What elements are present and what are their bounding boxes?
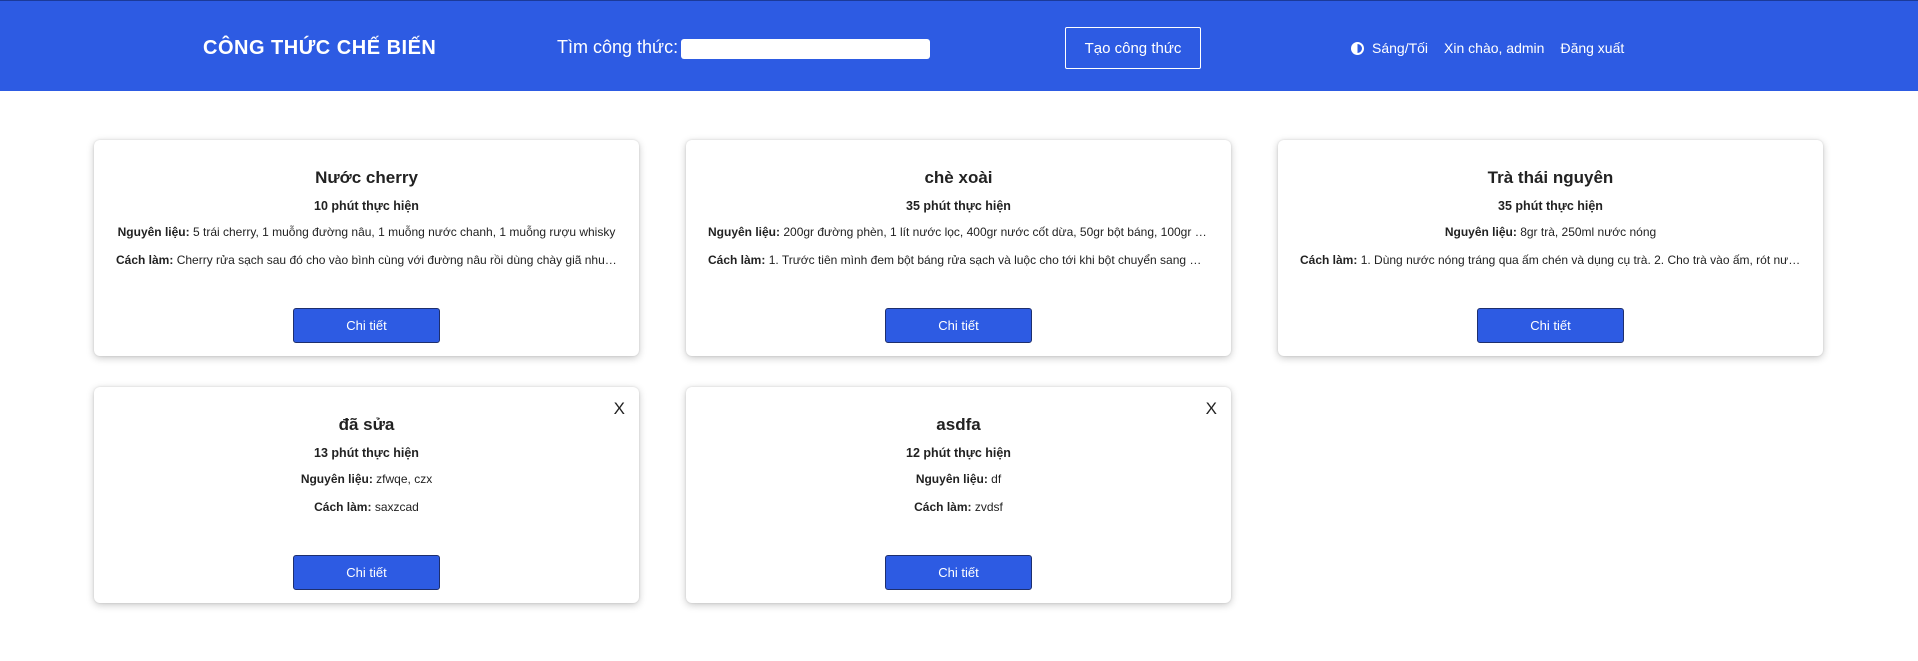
recipe-method: Cách làm: 1. Dùng nước nóng tráng qua ấm… [1300,253,1801,267]
ingredients-value: 8gr trà, 250ml nước nóng [1520,225,1657,239]
ingredients-value: zfwqe, czx [376,472,433,486]
recipe-card: Nước cherry 10 phút thực hiện Nguyên liệ… [94,140,639,356]
method-value: 1. Trước tiên mình đem bột báng rửa sạch… [768,253,1209,267]
recipe-card: X asdfa 12 phút thực hiện Nguyên liệu: d… [686,387,1231,603]
recipe-method: Cách làm: 1. Trước tiên mình đem bột bán… [708,253,1209,267]
recipe-title: đã sửa [338,415,395,434]
recipe-title: Nước cherry [315,168,418,187]
ingredients-label: Nguyên liệu: [708,225,781,239]
detail-button[interactable]: Chi tiết [885,308,1032,343]
ingredients-label: Nguyên liệu: [300,472,373,486]
create-recipe-button[interactable]: Tạo công thức [1065,27,1201,69]
detail-button[interactable]: Chi tiết [1477,308,1624,343]
method-value: Cherry rửa sạch sau đó cho vào bình cùng… [176,253,617,267]
ingredients-label: Nguyên liệu: [915,472,988,486]
recipe-time: 35 phút thực hiện [906,199,1011,213]
half-circle-icon [1351,41,1364,55]
recipe-method: Cách làm: zvdsf [708,500,1209,514]
method-label: Cách làm: [116,253,174,267]
method-value: 1. Dùng nước nóng tráng qua ấm chén và d… [1360,253,1801,267]
theme-toggle[interactable]: Sáng/Tối [1351,40,1428,56]
brand-title[interactable]: CÔNG THỨC CHẾ BIẾN [203,37,436,60]
ingredients-label: Nguyên liệu: [1444,225,1517,239]
method-value: zvdsf [974,500,1003,514]
ingredients-value: 5 trái cherry, 1 muỗng đường nâu, 1 muỗn… [192,225,616,239]
recipe-ingredients: Nguyên liệu: 200gr đường phèn, 1 lít nướ… [708,225,1209,239]
search-input[interactable] [681,39,930,59]
recipe-time: 10 phút thực hiện [314,199,419,213]
recipe-ingredients: Nguyên liệu: zfwqe, czx [116,472,617,486]
recipe-method: Cách làm: Cherry rửa sạch sau đó cho vào… [116,253,617,267]
top-navbar: CÔNG THỨC CHẾ BIẾN Tìm công thức: Tạo cô… [0,0,1918,91]
method-label: Cách làm: [708,253,766,267]
theme-toggle-label: Sáng/Tối [1372,40,1429,56]
recipe-title: asdfa [936,415,981,434]
recipe-time: 35 phút thực hiện [1498,199,1603,213]
detail-button[interactable]: Chi tiết [293,308,440,343]
recipe-card: X đã sửa 13 phút thực hiện Nguyên liệu: … [94,387,639,603]
nav-right: Sáng/Tối Xin chào, admin Đăng xuất [1351,39,1624,57]
method-label: Cách làm: [914,500,972,514]
user-greeting[interactable]: Xin chào, admin [1444,40,1544,56]
recipe-time: 12 phút thực hiện [906,446,1011,460]
ingredients-value: df [991,472,1002,486]
recipe-card: Trà thái nguyên 35 phút thực hiện Nguyên… [1278,140,1823,356]
ingredients-value: 200gr đường phèn, 1 lít nước lọc, 400gr … [783,225,1209,239]
detail-button[interactable]: Chi tiết [885,555,1032,590]
logout-link[interactable]: Đăng xuất [1560,40,1624,56]
recipe-title: chè xoài [924,168,993,187]
recipe-ingredients: Nguyên liệu: 5 trái cherry, 1 muỗng đườn… [116,225,617,239]
method-label: Cách làm: [1300,253,1358,267]
ingredients-label: Nguyên liệu: [117,225,190,239]
method-value: saxzcad [374,500,419,514]
recipe-method: Cách làm: saxzcad [116,500,617,514]
recipe-card: chè xoài 35 phút thực hiện Nguyên liệu: … [686,140,1231,356]
recipe-title: Trà thái nguyên [1487,168,1614,187]
recipe-ingredients: Nguyên liệu: 8gr trà, 250ml nước nóng [1300,225,1801,239]
search-label: Tìm công thức: [557,37,679,57]
recipe-ingredients: Nguyên liệu: df [708,472,1209,486]
recipe-time: 13 phút thực hiện [314,446,419,460]
detail-button[interactable]: Chi tiết [293,555,440,590]
method-label: Cách làm: [314,500,372,514]
